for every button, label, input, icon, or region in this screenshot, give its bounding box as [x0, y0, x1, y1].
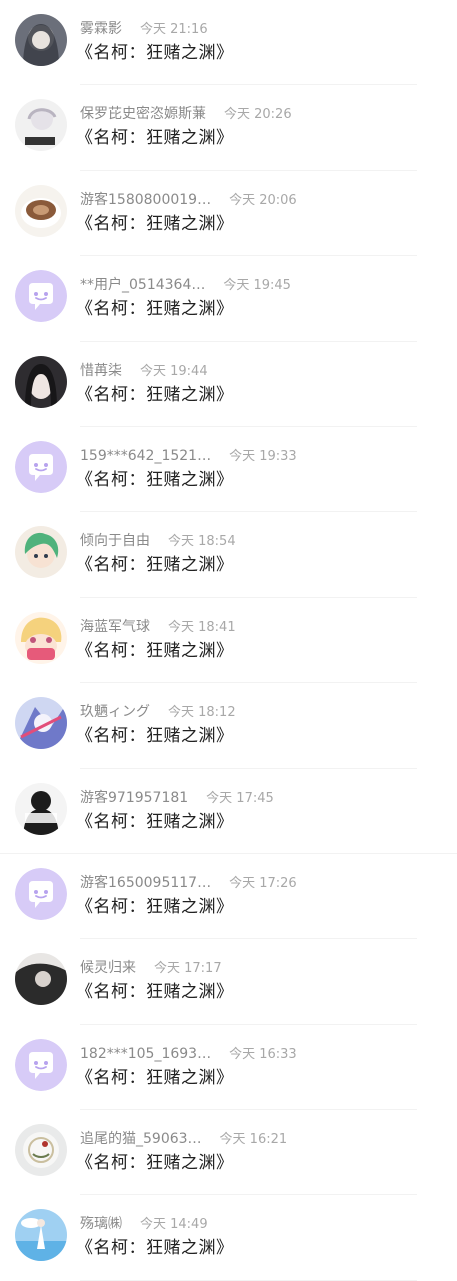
comment-item[interactable]: 雾霖影 今天 21:16 《名柯：狂赌之渊》 — [0, 0, 457, 86]
comment-text: 《名柯：狂赌之渊》 — [76, 555, 234, 576]
comment-meta: 追尾的猫_59063… 今天 16:21 — [80, 1129, 287, 1149]
comment-time: 今天 17:17 — [154, 961, 222, 977]
comment-time: 今天 17:45 — [206, 790, 274, 806]
comment-time: 今天 18:54 — [168, 534, 236, 550]
comment-text: 《名柯：狂赌之渊》 — [76, 811, 234, 832]
comment-item[interactable]: 游客971957181 今天 17:45 《名柯：狂赌之渊》 — [0, 769, 457, 854]
comment-time: 今天 19:44 — [140, 363, 208, 379]
comment-meta: 雾霖影 今天 21:16 — [80, 19, 208, 39]
comment-item[interactable]: 182***105_1693… 今天 16:33 《名柯：狂赌之渊》 — [0, 1025, 457, 1111]
comment-time: 今天 18:41 — [168, 619, 236, 635]
user-name[interactable]: 保罗芘史密恣嫄斯蒹 — [80, 106, 206, 122]
comment-text: 《名柯：狂赌之渊》 — [76, 1067, 234, 1088]
comment-meta: 惜苒柒 今天 19:44 — [80, 361, 208, 381]
default-chat-icon[interactable] — [15, 270, 67, 323]
comment-meta: 海蓝军气球 今天 18:41 — [80, 617, 236, 637]
user-name[interactable]: 182***105_1693… — [80, 1046, 211, 1062]
comment-time: 今天 18:12 — [168, 705, 236, 721]
comment-time: 今天 20:06 — [229, 192, 297, 208]
comment-meta: 游客1650095117… 今天 17:26 — [80, 873, 297, 893]
comment-item[interactable]: 游客1580800019… 今天 20:06 《名柯：狂赌之渊》 — [0, 171, 457, 257]
user-name[interactable]: 惜苒柒 — [80, 363, 122, 379]
default-chat-icon[interactable] — [15, 1038, 67, 1091]
user-name[interactable]: 殇璃㈱ — [80, 1216, 122, 1232]
comment-item[interactable]: 倾向于自由 今天 18:54 《名柯：狂赌之渊》 — [0, 512, 457, 598]
comment-text: 《名柯：狂赌之渊》 — [76, 469, 234, 490]
comment-meta: 游客971957181 今天 17:45 — [80, 788, 274, 808]
comment-item[interactable]: 候灵归来 今天 17:17 《名柯：狂赌之渊》 — [0, 939, 457, 1025]
user-name[interactable]: **用户_0514364… — [80, 277, 205, 293]
comment-meta: 玖魉ィング 今天 18:12 — [80, 702, 236, 722]
comment-time: 今天 19:45 — [223, 278, 291, 294]
user-name[interactable]: 海蓝军气球 — [80, 619, 150, 635]
comment-item[interactable]: 追尾的猫_59063… 今天 16:21 《名柯：狂赌之渊》 — [0, 1110, 457, 1196]
comment-meta: 游客1580800019… 今天 20:06 — [80, 190, 297, 210]
comment-meta: 182***105_1693… 今天 16:33 — [80, 1044, 297, 1064]
user-avatar[interactable] — [15, 611, 67, 664]
comment-item[interactable]: 159***642_1521… 今天 19:33 《名柯：狂赌之渊》 — [0, 427, 457, 513]
comment-meta: 159***642_1521… 今天 19:33 — [80, 446, 297, 466]
comment-text: 《名柯：狂赌之渊》 — [76, 384, 234, 405]
comment-text: 《名柯：狂赌之渊》 — [76, 128, 234, 149]
default-chat-icon[interactable] — [15, 867, 67, 920]
user-name[interactable]: 候灵归来 — [80, 960, 136, 976]
comment-item[interactable]: **用户_0514364… 今天 19:45 《名柯：狂赌之渊》 — [0, 256, 457, 342]
comment-text: 《名柯：狂赌之渊》 — [76, 896, 234, 917]
user-name[interactable]: 游客1580800019… — [80, 192, 211, 208]
user-avatar[interactable] — [15, 184, 67, 237]
comment-time: 今天 16:33 — [229, 1046, 297, 1062]
user-avatar[interactable] — [15, 1209, 67, 1262]
comment-text: 《名柯：狂赌之渊》 — [76, 640, 234, 661]
user-name[interactable]: 雾霖影 — [80, 21, 122, 37]
user-avatar[interactable] — [15, 526, 67, 579]
user-name[interactable]: 游客971957181 — [80, 790, 188, 806]
user-name[interactable]: 游客1650095117… — [80, 875, 211, 891]
user-avatar[interactable] — [15, 14, 67, 66]
comment-time: 今天 21:16 — [140, 22, 208, 37]
comment-item[interactable]: 游客1650095117… 今天 17:26 《名柯：狂赌之渊》 — [0, 854, 457, 940]
user-name[interactable]: 159***642_1521… — [80, 448, 211, 464]
comment-item[interactable]: 海蓝军气球 今天 18:41 《名柯：狂赌之渊》 — [0, 598, 457, 684]
comment-text: 《名柯：狂赌之渊》 — [76, 1238, 234, 1259]
user-name[interactable]: 倾向于自由 — [80, 533, 150, 549]
user-avatar[interactable] — [15, 782, 67, 835]
user-avatar[interactable] — [15, 953, 67, 1006]
comment-time: 今天 19:33 — [229, 448, 297, 464]
comment-text: 《名柯：狂赌之渊》 — [76, 1153, 234, 1174]
user-avatar[interactable] — [15, 1124, 67, 1177]
user-avatar[interactable] — [15, 355, 67, 408]
comment-item[interactable]: 玖魉ィング 今天 18:12 《名柯：狂赌之渊》 — [0, 683, 457, 769]
user-name[interactable]: 追尾的猫_59063… — [80, 1131, 202, 1147]
comment-time: 今天 16:21 — [219, 1132, 288, 1148]
comment-item[interactable]: 殇璃㈱ 今天 14:49 《名柯：狂赌之渊》 — [0, 1195, 457, 1281]
comment-meta: 候灵归来 今天 17:17 — [80, 958, 222, 978]
comment-meta: **用户_0514364… 今天 19:45 — [80, 275, 291, 295]
comment-time: 今天 14:49 — [140, 1217, 208, 1233]
comment-meta: 保罗芘史密恣嫄斯蒹 今天 20:26 — [80, 104, 292, 124]
user-name[interactable]: 玖魉ィング — [80, 704, 150, 720]
comment-list: 雾霖影 今天 21:16 《名柯：狂赌之渊》 保罗芘史密恣嫄斯蒹 今天 20:26 … — [0, 0, 457, 1281]
comment-meta: 殇璃㈱ 今天 14:49 — [80, 1214, 208, 1234]
comment-text: 《名柯：狂赌之渊》 — [76, 213, 234, 234]
comment-item[interactable]: 惜苒柒 今天 19:44 《名柯：狂赌之渊》 — [0, 342, 457, 427]
default-chat-icon[interactable] — [15, 440, 67, 493]
user-avatar[interactable] — [15, 99, 67, 152]
comment-time: 今天 20:26 — [224, 107, 292, 123]
user-avatar[interactable] — [15, 697, 67, 750]
comment-meta: 倾向于自由 今天 18:54 — [80, 531, 236, 551]
comment-item[interactable]: 保罗芘史密恣嫄斯蒹 今天 20:26 《名柯：狂赌之渊》 — [0, 85, 457, 171]
comment-text: 《名柯：狂赌之渊》 — [76, 43, 234, 63]
comment-time: 今天 17:26 — [229, 875, 297, 891]
comment-text: 《名柯：狂赌之渊》 — [76, 726, 234, 747]
comment-text: 《名柯：狂赌之渊》 — [76, 982, 234, 1003]
comment-text: 《名柯：狂赌之渊》 — [76, 299, 234, 320]
